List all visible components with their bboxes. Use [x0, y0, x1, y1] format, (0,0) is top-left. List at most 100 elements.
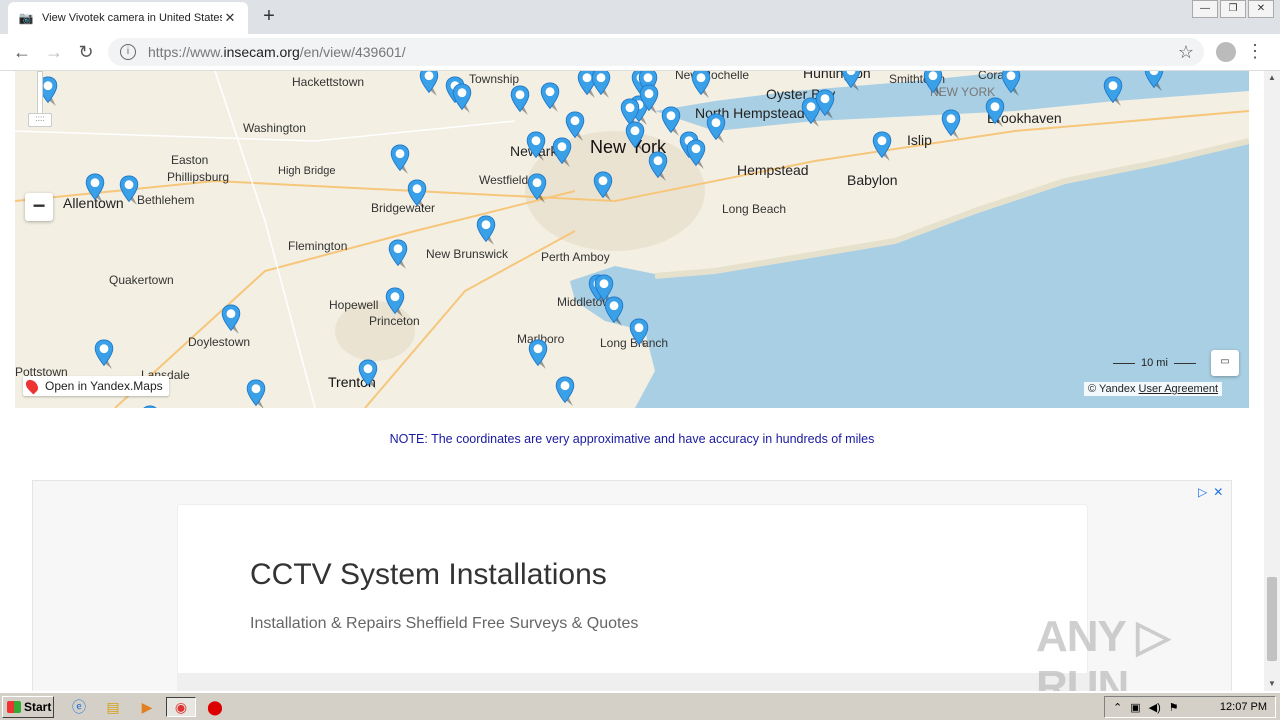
map-label-bethlehem: Bethlehem	[137, 193, 195, 207]
new-tab-button[interactable]: +	[258, 6, 280, 28]
scroll-up-arrow-icon[interactable]: ▲	[1264, 71, 1280, 85]
explorer-folder-icon[interactable]: ▤	[102, 697, 124, 717]
flag-icon[interactable]: ⚑	[1169, 701, 1179, 714]
camera-pin-icon[interactable]	[603, 296, 625, 326]
camera-pin-icon[interactable]	[984, 97, 1006, 127]
scale-line-right	[1173, 362, 1196, 364]
camera-pin-icon[interactable]	[84, 173, 106, 203]
profile-avatar[interactable]	[1216, 42, 1236, 62]
restore-button[interactable]: ❐	[1220, 0, 1246, 18]
camera-pin-icon[interactable]	[628, 318, 650, 348]
scroll-down-arrow-icon[interactable]: ▼	[1264, 677, 1280, 691]
camera-pin-icon[interactable]	[922, 71, 944, 96]
camera-pin-icon[interactable]	[624, 121, 646, 151]
scrollbar-thumb[interactable]	[1267, 577, 1277, 661]
camera-pin-icon[interactable]	[705, 113, 727, 143]
browser-tab[interactable]: 📷 View Vivotek camera in United States ✕	[8, 2, 248, 34]
camera-pin-icon[interactable]	[871, 131, 893, 161]
tray-expand-icon[interactable]: ⌃	[1113, 701, 1122, 714]
camera-pin-icon[interactable]	[509, 85, 531, 115]
camera-pin-icon[interactable]	[526, 173, 548, 203]
url-domain: insecam.org	[223, 44, 300, 60]
copyright-text: © Yandex	[1088, 383, 1136, 395]
camera-pin-icon[interactable]	[220, 304, 242, 334]
ad-subtitle: Installation & Repairs Sheffield Free Su…	[250, 615, 639, 632]
windows-logo-icon	[7, 701, 21, 713]
windows-taskbar: Start ⓔ ▤ ▶ ◉ ⬤ ⌃ ▣ ◀) ⚑ 12:07 PM	[0, 692, 1280, 720]
ad-title[interactable]: CCTV System Installations	[250, 558, 607, 592]
ad-card[interactable]: CCTV System Installations Installation &…	[177, 504, 1089, 691]
camera-pin-icon[interactable]	[940, 109, 962, 139]
forward-button[interactable]: →	[42, 40, 66, 64]
camera-pin-icon[interactable]	[539, 82, 561, 112]
open-in-yandex-maps-link[interactable]: Open in Yandex.Maps	[23, 376, 169, 396]
camera-pin-icon[interactable]	[475, 215, 497, 245]
network-icon[interactable]: ▣	[1130, 701, 1140, 714]
map-label-babylon: Babylon	[847, 172, 898, 188]
map-scale: 10 mi	[1113, 357, 1196, 369]
camera-pin-icon[interactable]	[1000, 71, 1022, 96]
map-label-new-rochelle: New Rochelle	[675, 71, 750, 82]
camera-pin-icon[interactable]	[245, 379, 267, 408]
start-button[interactable]: Start	[2, 696, 54, 718]
camera-pin-icon[interactable]	[840, 71, 862, 91]
info-icon[interactable]: i	[120, 44, 136, 60]
anyrun-watermark: ANY ▷ RUN	[1036, 612, 1170, 691]
map-label-washington: Washington	[243, 121, 306, 135]
camera-pin-icon[interactable]	[357, 359, 379, 389]
map-label-easton: Easton	[171, 153, 209, 167]
menu-icon[interactable]: ⋮	[1246, 40, 1264, 62]
volume-icon[interactable]: ◀)	[1149, 701, 1161, 714]
page-scrollbar[interactable]: ▲ ▼	[1264, 71, 1280, 691]
camera-pin-icon[interactable]	[1102, 76, 1124, 106]
camera-pin-icon[interactable]	[690, 71, 712, 98]
camera-pin-icon[interactable]	[93, 339, 115, 369]
back-button[interactable]: ←	[10, 40, 34, 64]
camera-pin-icon[interactable]	[527, 339, 549, 369]
address-bar[interactable]: i https://www. insecam.org/en/view/439601…	[108, 38, 1204, 66]
map-label-long-beach: Long Beach	[722, 202, 787, 216]
user-agreement-link[interactable]: User Agreement	[1139, 383, 1218, 395]
system-tray: ⌃ ▣ ◀) ⚑ 12:07 PM	[1104, 696, 1276, 718]
camera-pin-icon[interactable]	[554, 376, 576, 406]
chrome-taskbar-icon[interactable]: ◉	[166, 697, 196, 717]
camera-pin-icon[interactable]	[384, 287, 406, 317]
page-viewport: Hackettstown Washington Easton Phillipsb…	[0, 71, 1264, 691]
stop-icon[interactable]: ⬤	[204, 697, 226, 717]
window-close-button[interactable]: ✕	[1248, 0, 1274, 18]
tab-close-icon[interactable]: ✕	[222, 10, 238, 26]
camera-pin-icon[interactable]	[590, 71, 612, 98]
zoom-out-button[interactable]: −	[25, 193, 53, 221]
camera-pin-icon[interactable]	[814, 89, 836, 119]
camera-pin-icon[interactable]	[406, 179, 428, 209]
map-label-perth-amboy: Perth Amboy	[541, 250, 610, 264]
bookmark-star-icon[interactable]: ☆	[1178, 38, 1194, 66]
map-label-phillipsburg: Phillipsburg	[167, 170, 230, 184]
camera-pin-icon[interactable]	[647, 151, 669, 181]
camera-pin-icon[interactable]	[118, 175, 140, 205]
camera-pin-icon[interactable]	[638, 84, 660, 114]
ad-choices: ▷ ✕	[1198, 485, 1223, 499]
camera-pin-icon[interactable]	[389, 144, 411, 174]
media-player-icon[interactable]: ▶	[136, 697, 158, 717]
ruler-button[interactable]: ▭	[1211, 350, 1239, 376]
camera-pin-icon[interactable]	[139, 405, 161, 408]
yandex-map[interactable]: Hackettstown Washington Easton Phillipsb…	[15, 71, 1249, 408]
clock[interactable]: 12:07 PM	[1220, 701, 1267, 713]
camera-pin-icon[interactable]	[685, 139, 707, 169]
camera-pin-icon[interactable]	[551, 137, 573, 167]
minimize-button[interactable]: —	[1192, 0, 1218, 18]
camera-pin-icon[interactable]	[418, 71, 440, 96]
zoom-slider-handle[interactable]: ::::	[28, 113, 52, 127]
camera-pin-icon[interactable]	[451, 83, 473, 113]
camera-pin-icon[interactable]	[525, 131, 547, 161]
reload-button[interactable]: ↻	[74, 40, 98, 64]
camera-pin-icon[interactable]	[564, 111, 586, 141]
camera-pin-icon[interactable]	[1143, 71, 1165, 91]
ad-choices-icon[interactable]: ▷	[1198, 485, 1207, 499]
tab-title: View Vivotek camera in United States	[42, 12, 222, 24]
ad-close-icon[interactable]: ✕	[1213, 485, 1223, 499]
ie-icon[interactable]: ⓔ	[68, 697, 90, 717]
camera-pin-icon[interactable]	[387, 239, 409, 269]
camera-pin-icon[interactable]	[592, 171, 614, 201]
